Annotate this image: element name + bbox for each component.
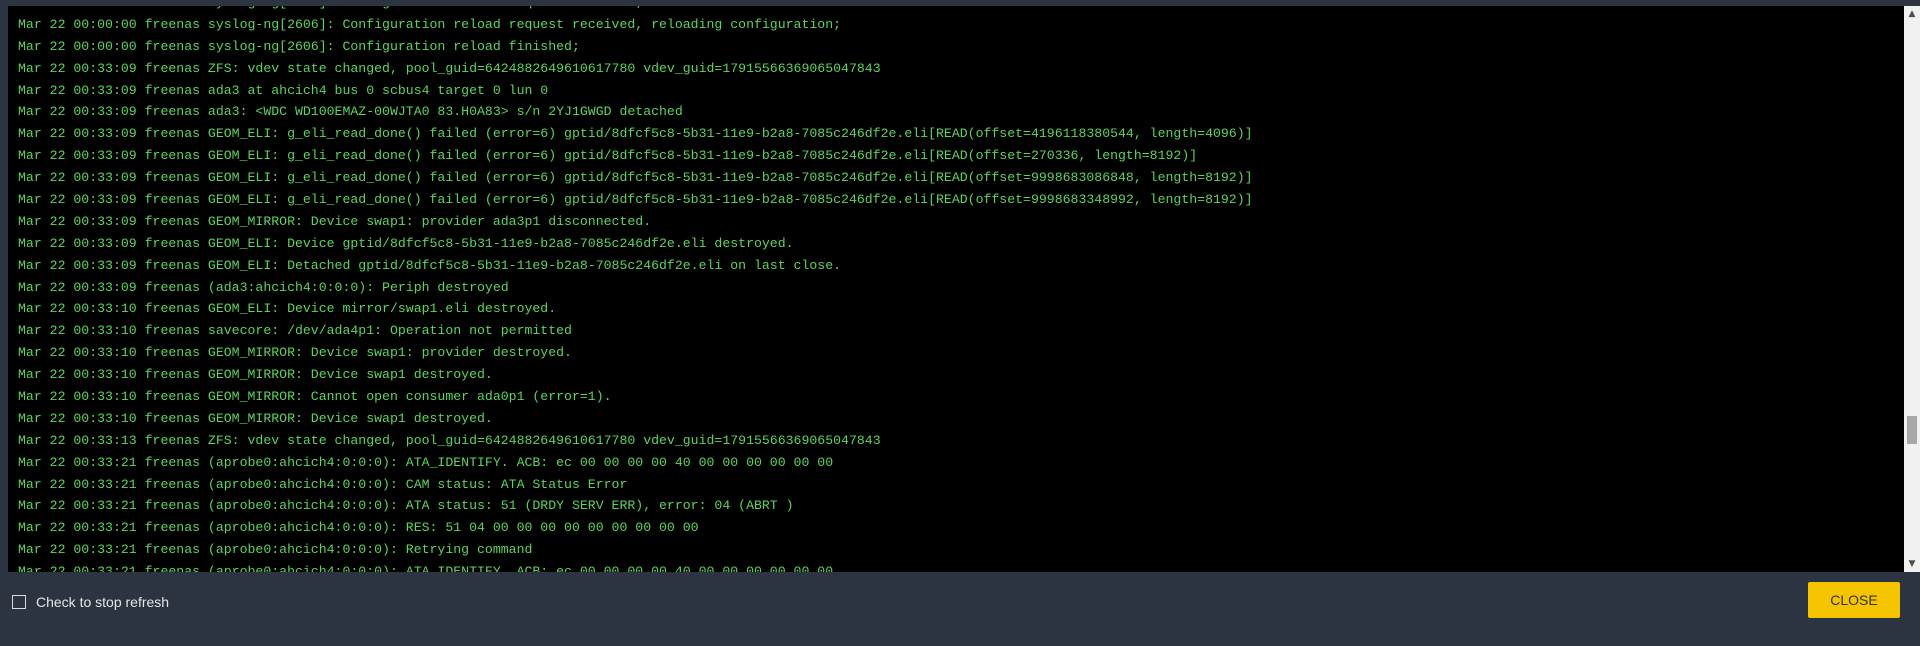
log-output: Mar 22 00:00:00 freenas syslog-ng[2606]:…: [18, 6, 1898, 572]
log-line: Mar 22 00:33:21 freenas (aprobe0:ahcich4…: [18, 564, 834, 572]
scroll-up-arrow-icon[interactable]: ▲: [1904, 6, 1920, 22]
log-line: Mar 22 00:33:21 freenas (aprobe0:ahcich4…: [18, 476, 628, 492]
log-line: Mar 22 00:33:09 freenas GEOM_ELI: g_eli_…: [18, 126, 1253, 142]
log-line: Mar 22 00:33:10 freenas GEOM_MIRROR: Dev…: [18, 367, 493, 383]
vertical-scrollbar[interactable]: ▲ ▼: [1904, 6, 1920, 572]
stop-refresh-checkbox[interactable]: [12, 595, 26, 609]
log-line: Mar 22 00:33:21 freenas (aprobe0:ahcich4…: [18, 542, 533, 558]
log-line: Mar 22 00:33:21 freenas (aprobe0:ahcich4…: [18, 454, 834, 470]
stop-refresh-label: Check to stop refresh: [36, 594, 170, 610]
log-line: Mar 22 00:33:09 freenas GEOM_ELI: Device…: [18, 235, 794, 251]
log-line: Mar 22 00:33:09 freenas (ada3:ahcich4:0:…: [18, 279, 509, 295]
log-line: Mar 22 00:00:00 freenas syslog-ng[2606]:…: [18, 38, 580, 54]
log-line: Mar 22 00:33:09 freenas GEOM_ELI: g_eli_…: [18, 192, 1253, 208]
scroll-down-arrow-icon[interactable]: ▼: [1904, 556, 1920, 572]
log-line: Mar 22 00:33:13 freenas ZFS: vdev state …: [18, 432, 881, 448]
close-button[interactable]: CLOSE: [1808, 582, 1900, 618]
log-line: Mar 22 00:00:00 freenas syslog-ng[2606]:…: [18, 16, 842, 32]
stop-refresh-toggle[interactable]: Check to stop refresh: [12, 594, 169, 610]
log-line: Mar 22 00:33:10 freenas savecore: /dev/a…: [18, 323, 572, 339]
log-line: Mar 22 00:33:09 freenas GEOM_ELI: g_eli_…: [18, 148, 1198, 164]
log-line: Mar 22 00:33:10 freenas GEOM_ELI: Device…: [18, 301, 557, 317]
log-line: Mar 22 00:33:21 freenas (aprobe0:ahcich4…: [18, 520, 699, 536]
log-line: Mar 22 00:33:10 freenas GEOM_MIRROR: Dev…: [18, 345, 572, 361]
log-line: Mar 22 00:33:09 freenas ZFS: vdev state …: [18, 60, 881, 76]
log-line: Mar 22 00:33:21 freenas (aprobe0:ahcich4…: [18, 498, 794, 514]
log-line: Mar 22 00:33:09 freenas GEOM_ELI: Detach…: [18, 257, 842, 273]
log-line: Mar 22 00:33:09 freenas ada3: <WDC WD100…: [18, 104, 683, 120]
log-line: Mar 22 00:33:10 freenas GEOM_MIRROR: Dev…: [18, 410, 493, 426]
scrollbar-thumb[interactable]: [1907, 416, 1917, 444]
log-line: Mar 22 00:33:09 freenas GEOM_MIRROR: Dev…: [18, 213, 652, 229]
log-line: Mar 22 00:00:00 freenas syslog-ng[2606]:…: [18, 6, 1898, 14]
log-line: Mar 22 00:33:09 freenas ada3 at ahcich4 …: [18, 82, 549, 98]
dialog-footer: Check to stop refresh CLOSE: [0, 572, 1920, 646]
log-line: Mar 22 00:33:10 freenas GEOM_MIRROR: Can…: [18, 389, 612, 405]
log-line: Mar 22 00:33:09 freenas GEOM_ELI: g_eli_…: [18, 170, 1253, 186]
log-console[interactable]: Mar 22 00:00:00 freenas syslog-ng[2606]:…: [8, 6, 1920, 572]
